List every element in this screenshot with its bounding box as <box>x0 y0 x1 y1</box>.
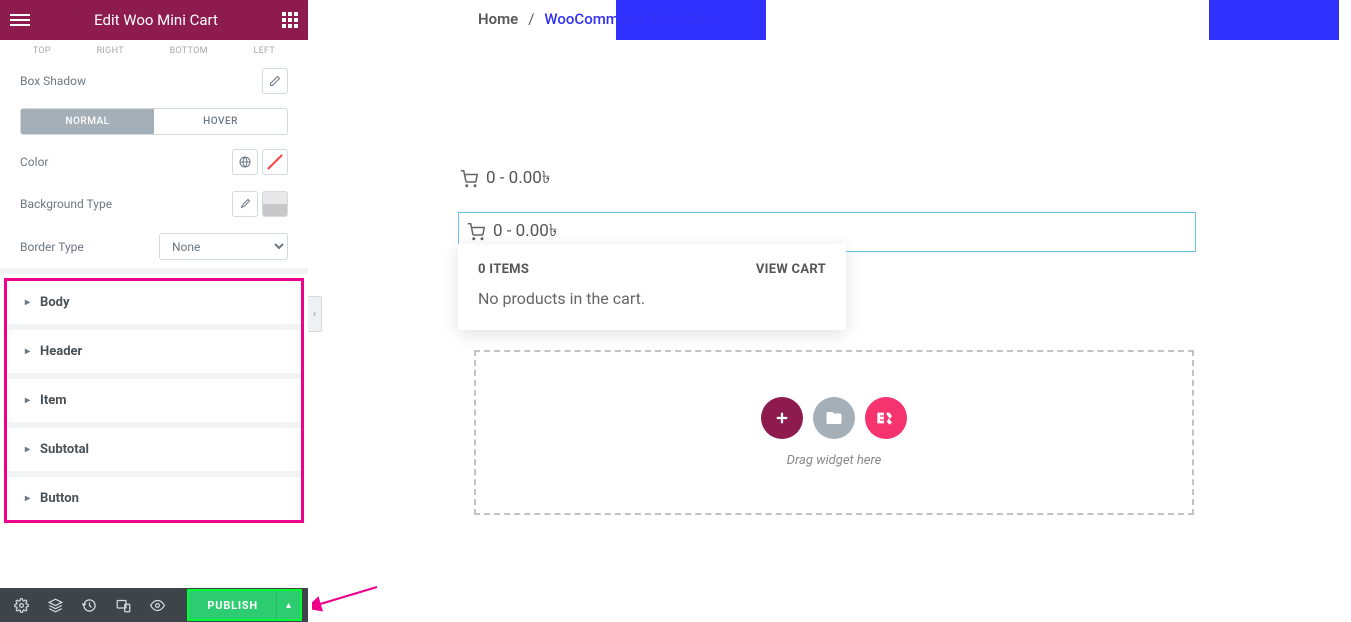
cart-count-price: 0 - 0.00৳ <box>493 218 557 246</box>
apps-grid-icon[interactable] <box>282 12 298 28</box>
section-subtotal[interactable]: ▸ Subtotal <box>7 428 301 471</box>
state-toggle: NORMAL HOVER <box>20 108 288 135</box>
gradient-icon[interactable] <box>262 191 288 217</box>
template-folder-button[interactable] <box>813 397 855 439</box>
globe-icon[interactable] <box>232 149 258 175</box>
history-icon[interactable] <box>74 590 104 620</box>
elementskit-button[interactable] <box>865 397 907 439</box>
panel-footer: PUBLISH ▴ <box>0 588 308 622</box>
no-color-icon[interactable] <box>262 149 288 175</box>
color-control: Color <box>0 141 308 183</box>
hamburger-icon[interactable] <box>10 14 30 26</box>
spacing-labels: TOP RIGHT BOTTOM LEFT <box>0 40 308 60</box>
color-label: Color <box>20 155 222 169</box>
section-header-item[interactable]: ▸ Header <box>7 330 301 373</box>
drag-widget-text: Drag widget here <box>787 453 882 468</box>
caret-right-icon: ▸ <box>25 395 30 406</box>
publish-annotated-wrap: PUBLISH ▴ <box>187 589 302 621</box>
panel-header: Edit Woo Mini Cart <box>0 0 308 40</box>
caret-right-icon: ▸ <box>25 444 30 455</box>
caret-right-icon: ▸ <box>25 346 30 357</box>
section-subtotal-label: Subtotal <box>40 442 89 457</box>
caret-right-icon: ▸ <box>25 493 30 504</box>
responsive-icon[interactable] <box>108 590 138 620</box>
box-shadow-label: Box Shadow <box>20 74 252 88</box>
section-button[interactable]: ▸ Button <box>7 477 301 520</box>
breadcrumb: Home / WooCommerce Mini Cart <box>478 10 713 28</box>
section-body[interactable]: ▸ Body <box>7 281 301 324</box>
breadcrumb-home[interactable]: Home <box>478 10 518 28</box>
background-type-control: Background Type <box>0 183 308 225</box>
panel-collapse-handle[interactable]: ‹ <box>308 296 322 332</box>
border-type-control: Border Type None <box>0 225 308 268</box>
tab-hover[interactable]: HOVER <box>154 109 287 134</box>
section-item-label: Item <box>40 393 66 408</box>
bg-type-label: Background Type <box>20 197 222 211</box>
cart-icon <box>460 170 478 188</box>
panel-title: Edit Woo Mini Cart <box>30 11 282 29</box>
edit-pencil-icon[interactable] <box>262 68 288 94</box>
box-shadow-control: Box Shadow <box>0 60 308 102</box>
annotated-sections-box: ▸ Body ▸ Header ▸ Item ▸ Subtotal ▸ Button <box>4 278 304 523</box>
spacing-label-bottom: BOTTOM <box>170 46 208 56</box>
top-blue-bar-right <box>1209 0 1339 40</box>
add-section-button[interactable] <box>761 397 803 439</box>
border-type-select[interactable]: None <box>159 233 288 260</box>
publish-button[interactable]: PUBLISH <box>189 591 276 619</box>
arrow-annotation <box>312 582 382 612</box>
cart-items-count: 0 ITEMS <box>478 262 529 277</box>
settings-gear-icon[interactable] <box>6 590 36 620</box>
publish-options-caret[interactable]: ▴ <box>276 591 300 619</box>
widget-dropzone[interactable]: Drag widget here <box>474 350 1194 515</box>
spacing-label-right: RIGHT <box>97 46 124 56</box>
mini-cart-display[interactable]: 0 - 0.00৳ <box>460 165 550 193</box>
section-button-label: Button <box>40 491 79 506</box>
cart-empty-message: No products in the cart. <box>478 289 826 308</box>
section-header-label: Header <box>40 344 82 359</box>
breadcrumb-separator: / <box>528 10 534 28</box>
cart-icon <box>467 223 485 241</box>
preview-eye-icon[interactable] <box>142 590 172 620</box>
mini-cart-dropdown: 0 ITEMS VIEW CART No products in the car… <box>458 244 846 330</box>
section-item[interactable]: ▸ Item <box>7 379 301 422</box>
breadcrumb-current[interactable]: WooCommerce Mini Cart <box>544 10 713 28</box>
spacing-label-left: LEFT <box>254 46 276 56</box>
brush-icon[interactable] <box>232 191 258 217</box>
caret-right-icon: ▸ <box>25 297 30 308</box>
tab-normal[interactable]: NORMAL <box>21 109 154 134</box>
navigator-stack-icon[interactable] <box>40 590 70 620</box>
cart-count-price: 0 - 0.00৳ <box>486 165 550 193</box>
section-body-label: Body <box>40 295 70 310</box>
spacing-label-top: TOP <box>33 46 51 56</box>
view-cart-link[interactable]: VIEW CART <box>756 262 826 277</box>
border-type-label: Border Type <box>20 240 149 254</box>
